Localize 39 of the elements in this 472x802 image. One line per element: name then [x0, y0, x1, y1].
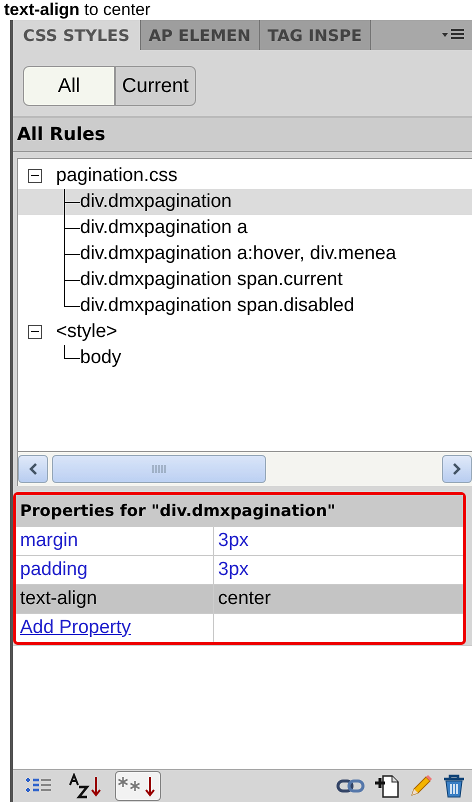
property-value: center	[217, 587, 272, 611]
property-name: margin	[16, 527, 214, 555]
collapse-toggle-icon[interactable]	[28, 169, 42, 183]
property-row[interactable]: margin 3px	[16, 526, 463, 555]
trash-icon[interactable]	[442, 773, 466, 799]
document-text: text-align to center	[4, 0, 150, 20]
add-property-link[interactable]: Add Property	[20, 617, 131, 638]
view-mode-button[interactable]: All	[23, 66, 115, 106]
property-row[interactable]: text-align center	[16, 584, 463, 613]
tree-item[interactable]: <style>	[56, 321, 118, 343]
tree-item[interactable]: body	[80, 347, 122, 369]
scroll-left-button[interactable]	[18, 455, 48, 483]
tree-item[interactable]: div.dmxpagination span.disabled	[80, 295, 354, 317]
property-value: 3px	[217, 558, 250, 582]
properties-title: Properties for "div.dmxpagination"	[16, 495, 463, 526]
panel-tab[interactable]: TAG INSPE	[260, 20, 371, 50]
property-value: 3px	[217, 529, 250, 553]
chevron-left-icon	[28, 462, 38, 476]
tree-connector	[64, 189, 80, 215]
property-name: text-align	[16, 585, 214, 613]
tree-item[interactable]: div.dmxpagination a:hover, div.menea	[80, 243, 396, 265]
view-mode-button[interactable]: Current	[115, 66, 196, 106]
scrollbar-thumb[interactable]	[52, 455, 266, 483]
scroll-right-button[interactable]	[442, 455, 472, 483]
panel-tab[interactable]: CSS STYLES	[13, 20, 141, 50]
panel-menu-icon[interactable]	[442, 28, 464, 42]
chevron-right-icon	[452, 462, 462, 476]
tree-item[interactable]: pagination.css	[56, 165, 178, 187]
tree-connector	[64, 267, 80, 293]
tree-connector	[64, 215, 80, 241]
new-rule-icon[interactable]	[374, 773, 400, 799]
section-header: All Rules	[13, 118, 472, 152]
pencil-icon[interactable]	[408, 773, 434, 799]
collapse-toggle-icon[interactable]	[28, 325, 42, 339]
tree-item[interactable]: div.dmxpagination span.current	[80, 269, 343, 291]
set-properties-sort-icon[interactable]	[115, 771, 161, 801]
tree-item[interactable]: div.dmxpagination a	[80, 217, 248, 239]
panel-tab[interactable]: AP ELEMEN	[140, 20, 260, 50]
tree-connector	[64, 241, 80, 267]
